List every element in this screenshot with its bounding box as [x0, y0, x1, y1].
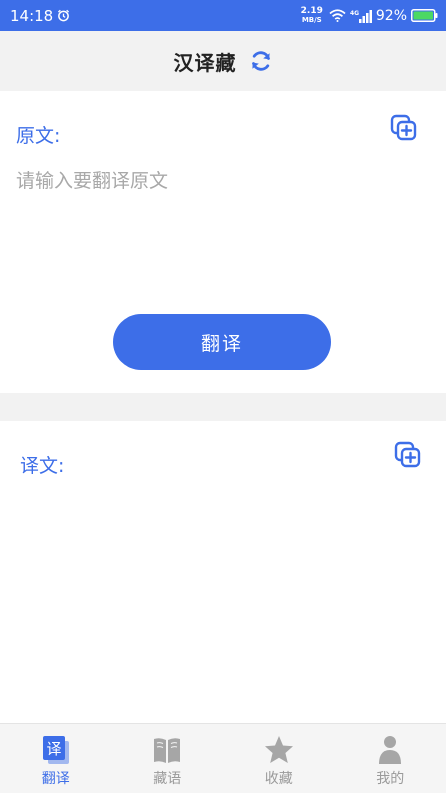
- nav-item-translate[interactable]: 译 翻译: [0, 724, 112, 793]
- bottom-navigation: 译 翻译 藏语 收藏 我的: [0, 723, 446, 793]
- translate-icon: 译: [42, 736, 69, 764]
- copy-result-icon[interactable]: [394, 441, 422, 469]
- nav-label-tibetan: 藏语: [153, 771, 182, 787]
- copy-source-icon[interactable]: [390, 114, 418, 142]
- person-icon: [379, 736, 402, 764]
- svg-text:译: 译: [46, 740, 61, 758]
- star-icon: [264, 736, 293, 763]
- network-type-label: 4G: [350, 10, 359, 17]
- source-text-panel: 原文: 翻译: [0, 91, 446, 393]
- battery-percent: 92%: [375, 7, 407, 24]
- nav-item-tibetan[interactable]: 藏语: [112, 724, 224, 793]
- nav-label-mine: 我的: [376, 771, 405, 787]
- nav-item-mine[interactable]: 我的: [335, 724, 446, 793]
- page-title: 汉译藏: [173, 50, 237, 75]
- source-label: 原文:: [16, 125, 61, 147]
- network-speed: 2.19 MB/S: [300, 5, 323, 24]
- nav-label-translate: 翻译: [41, 771, 70, 787]
- battery-icon: [411, 9, 438, 22]
- book-icon: [154, 738, 181, 763]
- swap-language-refresh-icon[interactable]: [249, 49, 273, 73]
- translate-button[interactable]: 翻译: [113, 314, 331, 370]
- section-divider: [0, 393, 446, 421]
- status-bar: 14:18 2.19 MB/S 4G 92%: [0, 0, 446, 31]
- nav-label-favorites: 收藏: [264, 771, 293, 787]
- nav-item-favorites[interactable]: 收藏: [223, 724, 335, 793]
- alarm-clock-icon: [58, 9, 70, 22]
- result-label: 译文:: [20, 455, 65, 477]
- translation-result-panel: 译文:: [0, 421, 446, 723]
- cellular-signal-icon: 4G: [350, 9, 372, 23]
- source-text-input[interactable]: [16, 166, 426, 306]
- app-header: 汉译藏: [0, 31, 446, 91]
- status-time: 14:18: [10, 6, 54, 25]
- wifi-icon: [329, 9, 346, 22]
